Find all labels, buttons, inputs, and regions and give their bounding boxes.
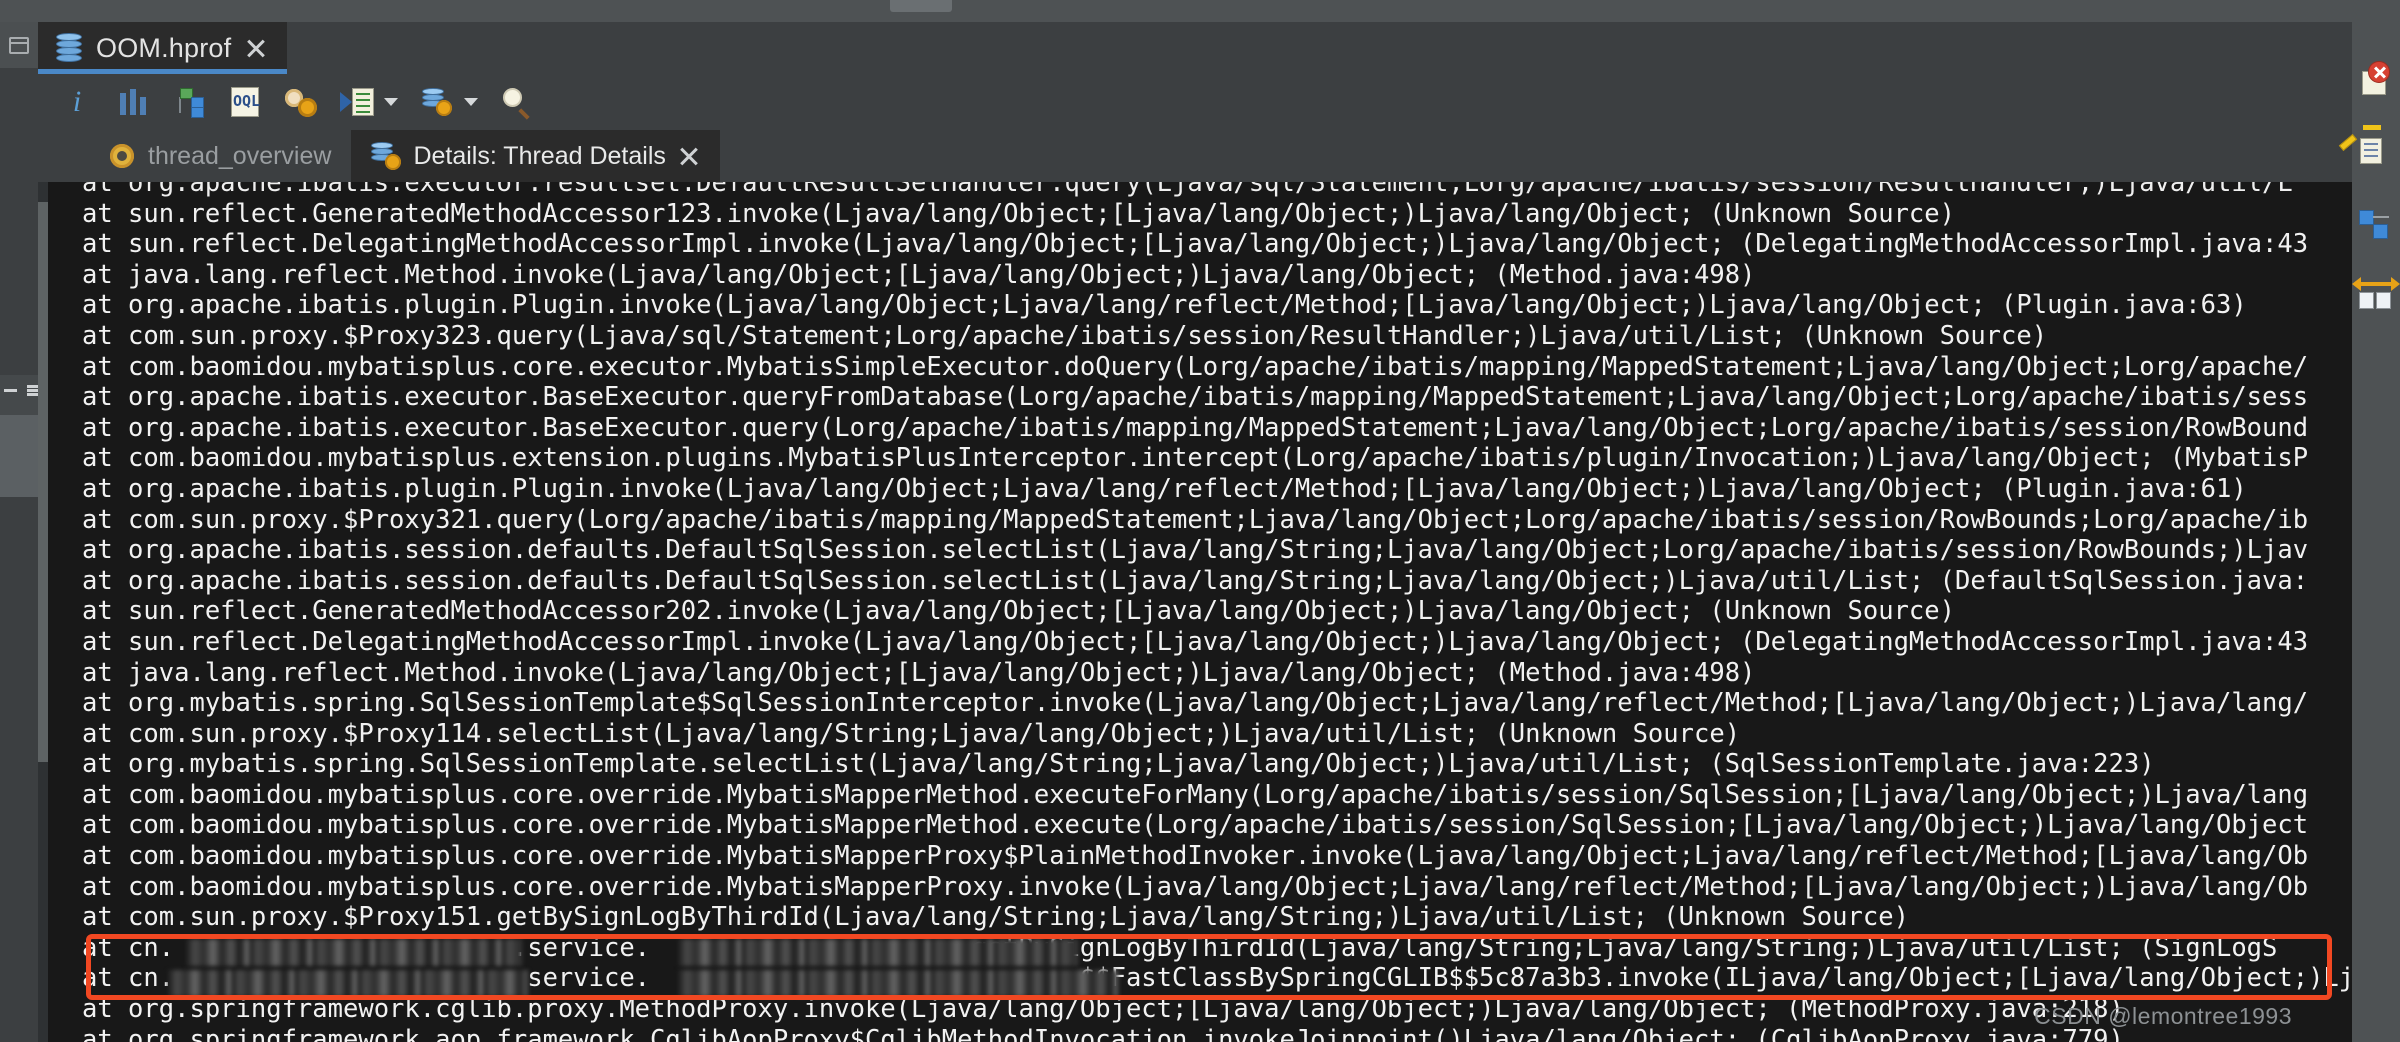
stack-trace-line: at sun.reflect.GeneratedMethodAccessor12…: [82, 198, 1955, 229]
window-notch: [890, 0, 952, 12]
gear-icon: [108, 142, 136, 170]
edit-page-icon[interactable]: [2338, 125, 2394, 170]
stack-trace-line: at java.lang.reflect.Method.invoke(Ljava…: [82, 259, 1756, 290]
stack-trace-line: at com.baomidou.mybatisplus.core.overrid…: [82, 841, 2309, 872]
watermark-text: CSDN @lemontree1993: [2034, 1003, 2292, 1029]
file-tab-oom-hprof[interactable]: OOM.hprof: [38, 22, 288, 74]
inner-tab-strip: thread_overview Details: Thread Details: [38, 130, 2352, 182]
right-tool-rail: [2338, 22, 2400, 1042]
tab-thread-overview-label: thread_overview: [148, 141, 332, 170]
histogram-icon[interactable]: [116, 85, 150, 119]
gears-icon[interactable]: [284, 85, 318, 119]
window-tool-icon[interactable]: [0, 22, 38, 68]
list-small-icon[interactable]: [4, 389, 17, 392]
redacted-package-1: [186, 939, 522, 966]
close-icon[interactable]: [245, 37, 267, 59]
stack-trace-line: at org.apache.ibatis.session.defaults.De…: [82, 565, 2309, 596]
copy-blocks-icon[interactable]: [2358, 208, 2394, 244]
stack-trace-line: at com.baomidou.mybatisplus.core.executo…: [82, 351, 2309, 382]
stack-trace-line: at org.apache.ibatis.plugin.Plugin.invok…: [82, 473, 2247, 504]
run-query-caret-icon[interactable]: [384, 98, 398, 106]
stack-trace-line: at com.baomidou.mybatisplus.core.overrid…: [82, 810, 2309, 841]
stack-trace-line: at org.mybatis.spring.SqlSessionTemplate…: [82, 749, 2155, 780]
stack-trace-line: at com.sun.proxy.$Proxy321.query(Lorg/ap…: [82, 504, 2309, 535]
dominator-tree-icon[interactable]: [172, 85, 206, 119]
editor-area: OOM.hprof i OQL thread_overview Details:…: [38, 22, 2352, 1042]
stack-trace-line: at com.baomidou.mybatisplus.extension.pl…: [82, 443, 2309, 474]
resize-panes-icon[interactable]: [2352, 277, 2400, 316]
application-window: OOM.hprof i OQL thread_overview Details:…: [0, 0, 2400, 1042]
oql-icon[interactable]: OQL: [228, 85, 262, 119]
stack-trace-line: at org.apache.ibatis.executor.BaseExecut…: [82, 382, 2309, 413]
run-query-icon[interactable]: [340, 85, 374, 119]
info-icon[interactable]: i: [60, 85, 94, 119]
db-gear-icon: [371, 142, 402, 170]
left-tool-rail: [0, 22, 40, 1042]
tab-details-thread-details[interactable]: Details: Thread Details: [351, 130, 720, 182]
stack-trace-line: at sun.reflect.DelegatingMethodAccessorI…: [82, 229, 2309, 260]
error-page-icon[interactable]: [2358, 61, 2394, 98]
file-tab-label: OOM.hprof: [96, 32, 232, 63]
heap-settings-icon[interactable]: [420, 85, 454, 119]
analyzer-toolbar: i OQL: [38, 74, 2352, 130]
stack-trace-line: at com.baomidou.mybatisplus.core.overrid…: [82, 779, 2309, 810]
stack-trace-line: at org.apache.ibatis.session.defaults.De…: [82, 535, 2309, 566]
stack-trace-lines: at org.apache.ibatis.executor.resultset.…: [82, 182, 2352, 1042]
redacted-class-1: [678, 939, 1078, 966]
stack-trace-line: at java.lang.reflect.Method.invoke(Ljava…: [82, 657, 1756, 688]
stack-trace-line: at org.mybatis.spring.SqlSessionTemplate…: [82, 688, 2309, 719]
redacted-package-2: [168, 970, 528, 997]
stack-trace-line: at org.apache.ibatis.executor.resultset.…: [82, 182, 2293, 198]
stack-trace-line: at com.sun.proxy.$Proxy114.selectList(Lj…: [82, 718, 1741, 749]
stack-trace-line: at org.apache.ibatis.plugin.Plugin.invok…: [82, 290, 2247, 321]
stack-trace-line: at sun.reflect.GeneratedMethodAccessor20…: [82, 596, 1955, 627]
search-icon[interactable]: [500, 85, 534, 120]
stack-trace-line: at sun.reflect.DelegatingMethodAccessorI…: [82, 626, 2309, 657]
stack-trace-line: at com.sun.proxy.$Proxy151.getBySignLogB…: [82, 902, 1909, 933]
stack-trace-line: at org.springframework.cglib.proxy.Metho…: [82, 994, 2124, 1025]
vertical-scrollbar[interactable]: [38, 182, 48, 1042]
tab-details-thread-details-label: Details: Thread Details: [413, 141, 666, 170]
title-bar: [0, 0, 2400, 22]
left-rail-strip-b: [0, 415, 38, 497]
scrollbar-thumb[interactable]: [38, 202, 48, 762]
stack-trace-line: at org.apache.ibatis.executor.BaseExecut…: [82, 412, 2309, 443]
stack-trace-line: at org.springframework.aop.framework.Cgl…: [82, 1024, 2124, 1042]
stack-trace-console[interactable]: at org.apache.ibatis.executor.resultset.…: [38, 182, 2352, 1042]
tab-thread-overview[interactable]: thread_overview: [88, 130, 352, 182]
database-icon: [56, 33, 82, 63]
stack-trace-line: at com.sun.proxy.$Proxy323.query(Ljava/s…: [82, 320, 2048, 351]
list-icons-group[interactable]: [4, 385, 40, 396]
heap-settings-caret-icon[interactable]: [464, 98, 478, 106]
close-icon[interactable]: [678, 145, 700, 167]
file-tab-strip: OOM.hprof: [38, 22, 2352, 74]
stack-trace-line: at com.baomidou.mybatisplus.core.overrid…: [82, 871, 2309, 902]
redacted-class-2: [678, 970, 1118, 997]
